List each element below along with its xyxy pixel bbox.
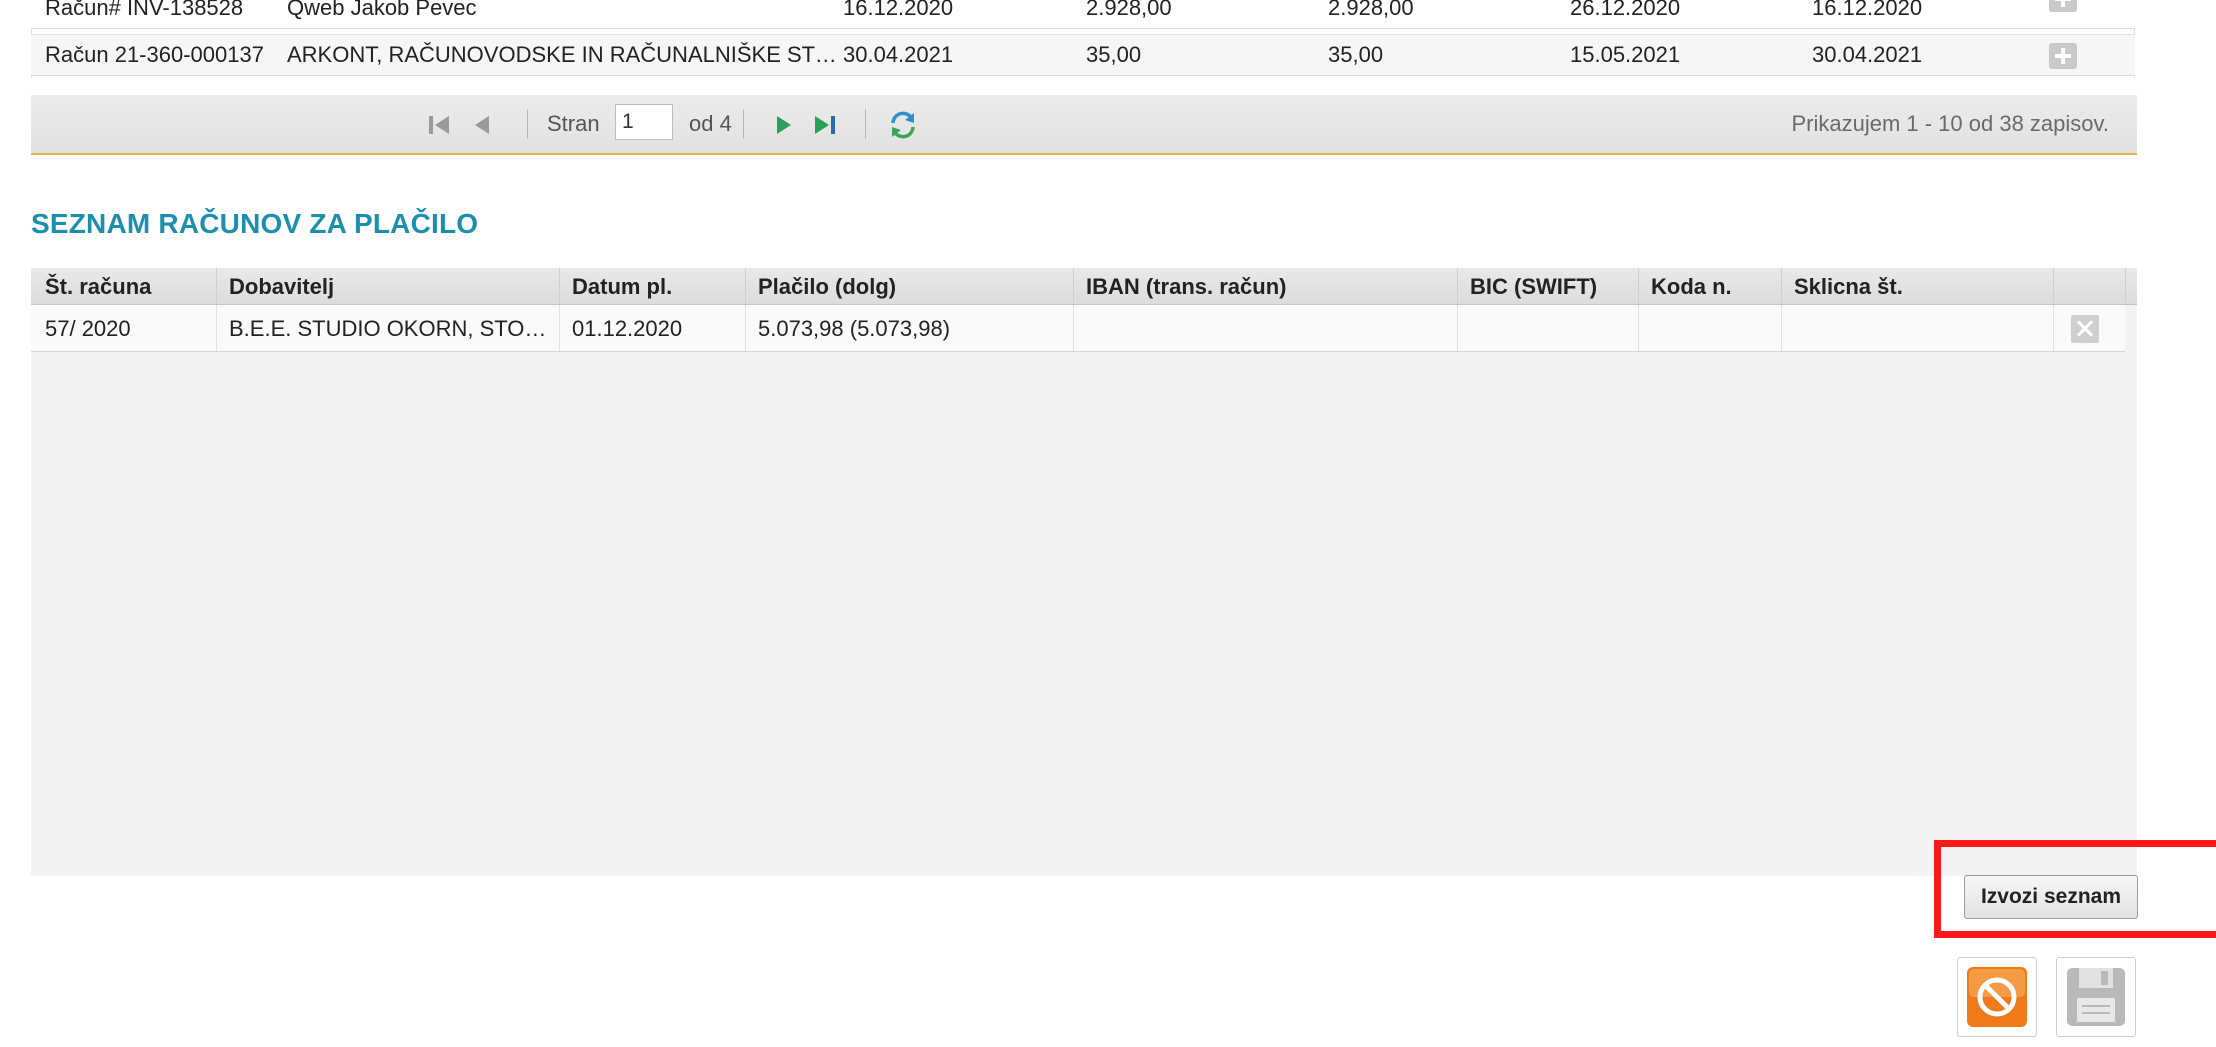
open-amount: 2.928,00 [1328,0,1414,20]
payment-supplier: B.E.E. STUDIO OKORN, STO… [229,316,547,341]
payment-invoice-number: 57/ 2020 [45,316,131,341]
payment-amount: 5.073,98 (5.073,98) [758,316,951,341]
records-info: Prikazujem 1 - 10 od 38 zapisov. [1791,111,2109,136]
column-header[interactable]: Datum pl. [572,274,672,300]
payment-date: 01.12.2020 [572,316,683,341]
due-date: 15.05.2021 [1570,42,1681,67]
column-header[interactable]: Koda n. [1651,274,1732,300]
delete-icon[interactable] [2071,315,2099,343]
column-header[interactable]: Sklicna št. [1794,274,1903,300]
cancel-button[interactable] [1957,957,2037,1037]
invoice-date: 16.12.2020 [843,0,954,20]
invoices-grid: Račun# INV-138528 Qweb Jakob Pevec 16.12… [31,0,2135,80]
invoice-number: Račun 21-360-000137 [45,42,264,67]
received-date: 16.12.2020 [1812,0,1923,20]
due-date: 26.12.2020 [1570,0,1681,20]
received-date: 30.04.2021 [1812,42,1923,67]
pager: Stran od 4 Prikazujem 1 - 10 od 38 zapis… [31,95,2137,155]
column-header[interactable]: Št. računa [45,274,151,300]
save-icon [2067,968,2125,1026]
column-header[interactable]: Dobavitelj [229,274,334,300]
add-icon[interactable] [2049,43,2077,69]
supplier-name: ARKONT, RAČUNOVODSKE IN RAČUNALNIŠKE STO… [287,42,847,67]
table-row[interactable]: Račun# INV-138528 Qweb Jakob Pevec 16.12… [31,0,2135,29]
next-page-icon[interactable] [769,111,797,139]
invoice-amount: 35,00 [1086,42,1142,67]
column-header[interactable]: Plačilo (dolg) [758,274,896,300]
first-page-icon[interactable] [425,111,453,139]
export-list-button[interactable]: Izvozi seznam [1964,875,2138,919]
table-row[interactable]: Račun 21-360-000137 ARKONT, RAČUNOVODSKE… [31,34,2135,76]
section-title: SEZNAM RAČUNOV ZA PLAČILO [31,208,479,239]
invoice-date: 30.04.2021 [843,42,954,67]
page-label: Stran [547,111,600,136]
page-count-label: od 4 [689,111,732,136]
cancel-icon [1967,967,2027,1027]
refresh-icon[interactable] [887,109,919,141]
column-header[interactable]: IBAN (trans. račun) [1086,274,1286,300]
invoice-number: Račun# INV-138528 [45,0,244,20]
add-icon[interactable] [2049,0,2077,12]
prev-page-icon[interactable] [469,111,497,139]
table-header: Št. računa Dobavitelj Datum pl. Plačilo … [31,268,2137,305]
open-amount: 35,00 [1328,42,1384,67]
payment-list: Št. računa Dobavitelj Datum pl. Plačilo … [31,268,2137,876]
last-page-icon[interactable] [811,111,839,139]
invoice-amount: 2.928,00 [1086,0,1172,20]
supplier-name: Qweb Jakob Pevec [287,0,477,20]
column-header[interactable]: BIC (SWIFT) [1470,274,1597,300]
save-button[interactable] [2056,957,2136,1037]
table-row[interactable]: 57/ 2020 B.E.E. STUDIO OKORN, STO… 01.12… [31,305,2125,352]
page-number-input[interactable] [615,104,673,140]
